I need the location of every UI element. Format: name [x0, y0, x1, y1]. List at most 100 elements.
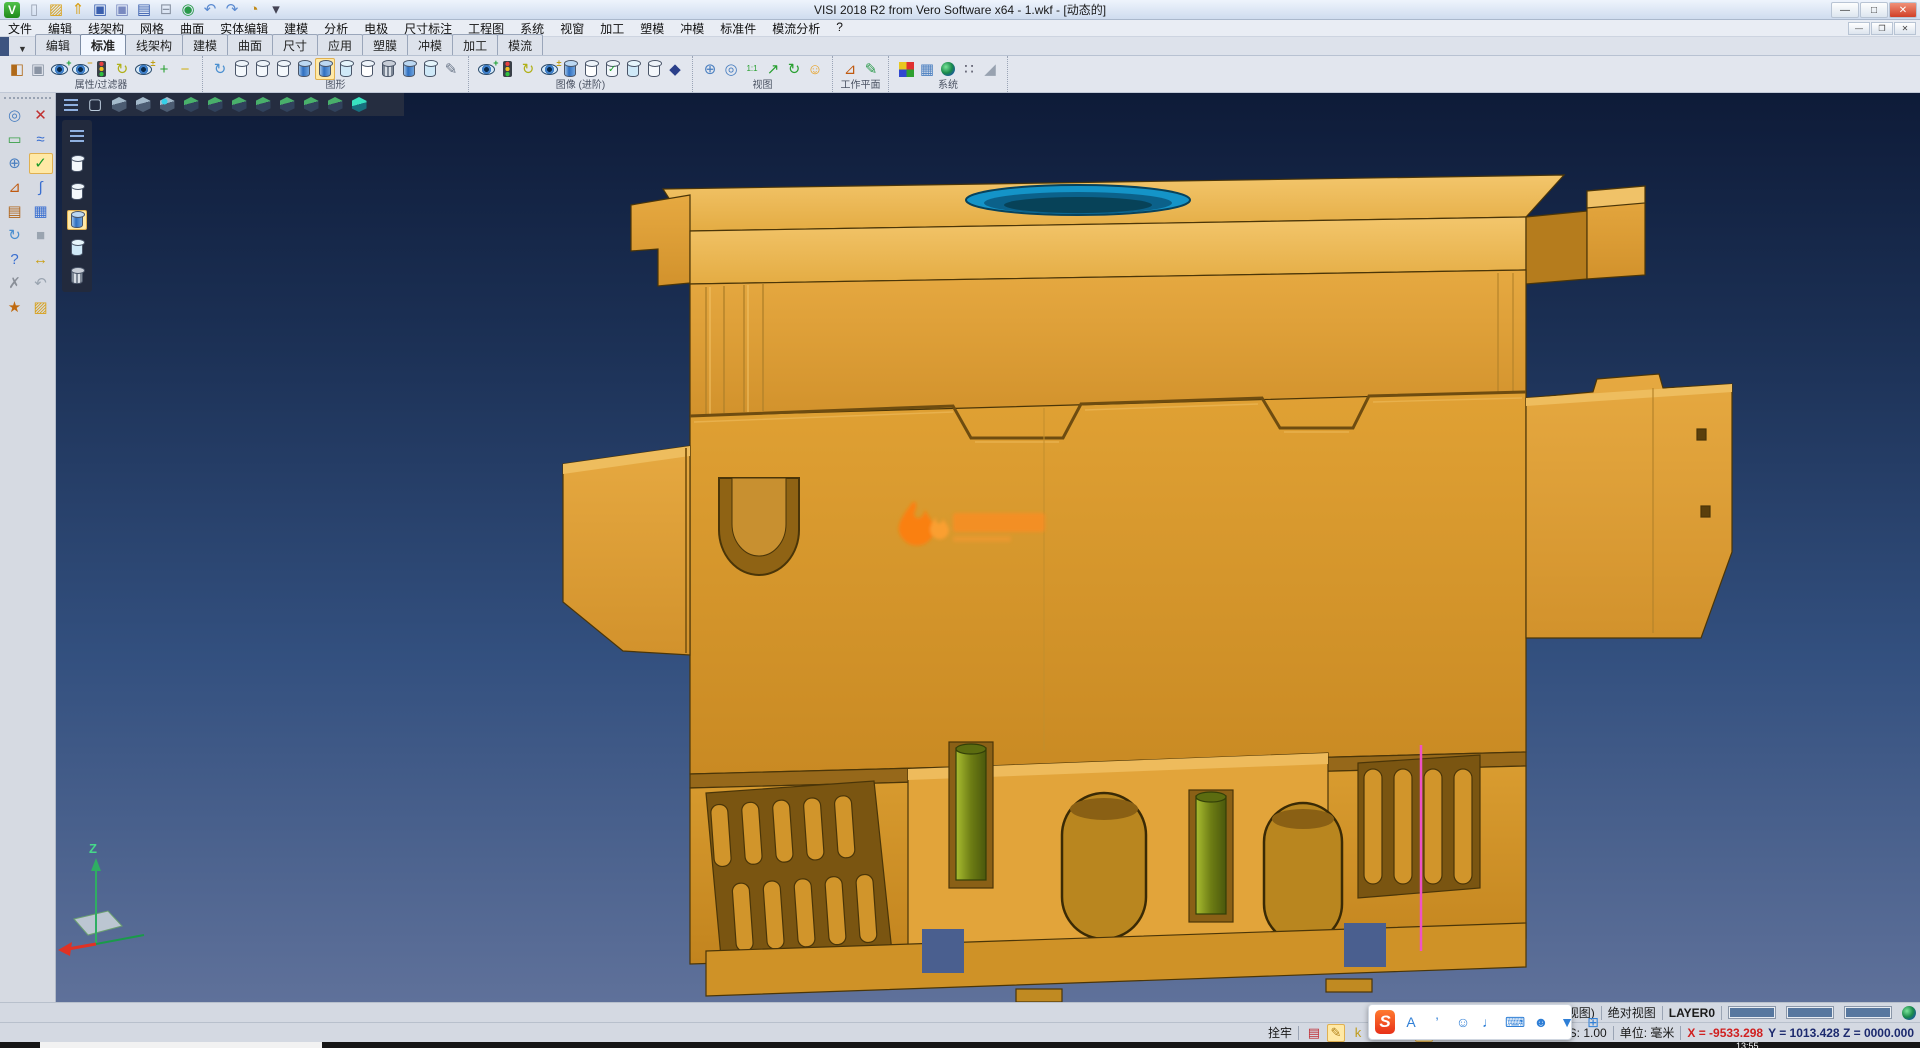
- mdi-window-button[interactable]: ✕: [1894, 22, 1916, 35]
- view-iso-active-icon[interactable]: [349, 95, 369, 115]
- open-file-icon[interactable]: ▨: [46, 0, 66, 21]
- save-as-icon[interactable]: ▣: [112, 0, 132, 21]
- system-globe-icon[interactable]: [938, 58, 958, 80]
- active-layer-label[interactable]: LAYER0: [1669, 1006, 1715, 1020]
- save-icon[interactable]: ▣: [90, 0, 110, 21]
- show-all-icon[interactable]: +: [154, 58, 174, 80]
- view-point-icon[interactable]: [157, 95, 177, 115]
- taskbar-search-box[interactable]: [40, 1042, 322, 1048]
- adv-regenerate-icon[interactable]: ↻: [518, 58, 538, 80]
- copy-attributes-icon[interactable]: ▣: [28, 58, 48, 80]
- shade-textured-icon[interactable]: [67, 266, 87, 286]
- shade-ramp-icon[interactable]: ◢: [980, 58, 1000, 80]
- hidden-line-cylinder-icon[interactable]: [252, 58, 272, 80]
- shade-shaded-icon[interactable]: [67, 210, 87, 230]
- mold-model[interactable]: [563, 175, 1732, 1002]
- color-grid-icon[interactable]: [896, 58, 916, 80]
- pan-icon[interactable]: ↗: [763, 58, 783, 80]
- curve-sketch-icon[interactable]: ≈: [29, 129, 53, 150]
- display-settings-icon[interactable]: ▦: [917, 58, 937, 80]
- status-ledger-icon[interactable]: ▤: [1305, 1024, 1323, 1042]
- visibility-traffic-light-icon[interactable]: [91, 58, 111, 80]
- view-left-icon[interactable]: [229, 95, 249, 115]
- window-button[interactable]: —: [1831, 2, 1859, 18]
- menu-模流分析[interactable]: 模流分析: [764, 20, 828, 37]
- dock-drag-handle[interactable]: [4, 97, 51, 101]
- window-button[interactable]: ✕: [1889, 2, 1917, 18]
- ime-letter-a-icon[interactable]: A: [1401, 1011, 1421, 1033]
- refresh-view-icon[interactable]: ↻: [3, 225, 27, 246]
- redraw-icon[interactable]: ◎: [3, 105, 27, 126]
- ime-keyboard-icon[interactable]: ⌨: [1505, 1011, 1525, 1033]
- adv-shield-icon[interactable]: ◆: [665, 58, 685, 80]
- visi-logo-icon[interactable]: V: [2, 0, 22, 21]
- zoom-one-to-one-icon[interactable]: 1:1: [742, 58, 762, 80]
- hide-remove-icon[interactable]: −: [70, 58, 90, 80]
- help-icon[interactable]: ?: [3, 249, 27, 270]
- shade-hidden-line-icon[interactable]: [67, 182, 87, 202]
- transparent-cylinder-icon[interactable]: [336, 58, 356, 80]
- view-multi-icon[interactable]: [133, 95, 153, 115]
- window-pane-icon[interactable]: ▦: [29, 201, 53, 222]
- show-add-icon[interactable]: +: [49, 58, 69, 80]
- menu-?[interactable]: ?: [828, 20, 851, 37]
- solid-cube-icon[interactable]: ■: [29, 225, 53, 246]
- import-file-icon[interactable]: ⇑: [68, 0, 88, 21]
- view-mode-label[interactable]: 绝对视图: [1608, 1004, 1656, 1021]
- menu-塑模[interactable]: 塑模: [632, 20, 672, 37]
- shade-wireframe-icon[interactable]: [67, 154, 87, 174]
- adv-validate-cylinder-icon[interactable]: [602, 58, 622, 80]
- mdi-window-button[interactable]: —: [1848, 22, 1870, 35]
- view-single-icon[interactable]: [109, 95, 129, 115]
- print-icon[interactable]: ⊟: [156, 0, 176, 21]
- view-right-icon[interactable]: [253, 95, 273, 115]
- preview-icon[interactable]: ◉: [178, 0, 198, 21]
- menu-标准件[interactable]: 标准件: [712, 20, 764, 37]
- ime-toolbox-icon[interactable]: ⊞: [1583, 1011, 1603, 1033]
- sogou-logo-icon[interactable]: S: [1375, 1011, 1395, 1033]
- menu-冲模[interactable]: 冲模: [672, 20, 712, 37]
- rotate-view-icon[interactable]: ↻: [784, 58, 804, 80]
- tab-线架构[interactable]: 线架构: [125, 34, 183, 55]
- ime-person-icon[interactable]: ☻: [1531, 1011, 1551, 1033]
- status-edit-icon[interactable]: ✎: [1327, 1024, 1345, 1042]
- tab-dropdown-button[interactable]: ▼: [12, 42, 35, 55]
- render-cylinder-icon[interactable]: [399, 58, 419, 80]
- wireframe-cylinder-icon[interactable]: [231, 58, 251, 80]
- mesh-cylinder-icon[interactable]: [378, 58, 398, 80]
- tab-加工[interactable]: 加工: [452, 34, 498, 55]
- zoom-plus-icon[interactable]: ⊕: [3, 153, 27, 174]
- attribute-books-icon[interactable]: ▤: [3, 201, 27, 222]
- texture-cylinder-icon[interactable]: [420, 58, 440, 80]
- globe-icon[interactable]: [1902, 1006, 1916, 1020]
- new-file-icon[interactable]: ▯: [24, 0, 44, 21]
- menu-视窗[interactable]: 视窗: [552, 20, 592, 37]
- zoom-in-icon[interactable]: ⊕: [700, 58, 720, 80]
- ime-punctuation-icon[interactable]: ’: [1427, 1011, 1447, 1033]
- erase-element-icon[interactable]: ✕: [29, 105, 53, 126]
- tab-模流[interactable]: 模流: [497, 34, 543, 55]
- undo-icon[interactable]: ↶: [200, 0, 220, 21]
- adv-toggle-visibility-icon[interactable]: ±: [539, 58, 559, 80]
- quick-access-more-icon[interactable]: ▾: [266, 0, 286, 21]
- dashed-cylinder-icon[interactable]: [273, 58, 293, 80]
- save-all-icon[interactable]: ▤: [134, 0, 154, 21]
- zoom-window-icon[interactable]: ▭: [3, 129, 27, 150]
- viewport-3d[interactable]: ▢: [56, 93, 1920, 1002]
- view-front-icon[interactable]: [181, 95, 201, 115]
- tab-标准[interactable]: 标准: [80, 34, 126, 55]
- measure-distance-icon[interactable]: ↔: [29, 249, 53, 270]
- view-iso-icon[interactable]: [325, 95, 345, 115]
- adv-transparent-cylinder-icon[interactable]: [623, 58, 643, 80]
- grid-snap-icon[interactable]: ∷: [959, 58, 979, 80]
- tab-编辑[interactable]: 编辑: [35, 34, 81, 55]
- undo-action-icon[interactable]: ↶: [29, 273, 53, 294]
- shade-menu-icon[interactable]: [67, 126, 87, 146]
- view-top-icon[interactable]: [277, 95, 297, 115]
- sogou-ime-toolbar[interactable]: SA’☺♩⌨☻▼⊞: [1368, 1004, 1572, 1040]
- ime-mic-icon[interactable]: ♩: [1479, 1011, 1499, 1033]
- workplane-edit-icon[interactable]: ✎: [861, 58, 881, 80]
- view-menu-icon[interactable]: [61, 95, 81, 115]
- lock-toggle[interactable]: 拴牢: [1268, 1024, 1292, 1041]
- shaded-edges-cylinder-icon[interactable]: [315, 58, 335, 80]
